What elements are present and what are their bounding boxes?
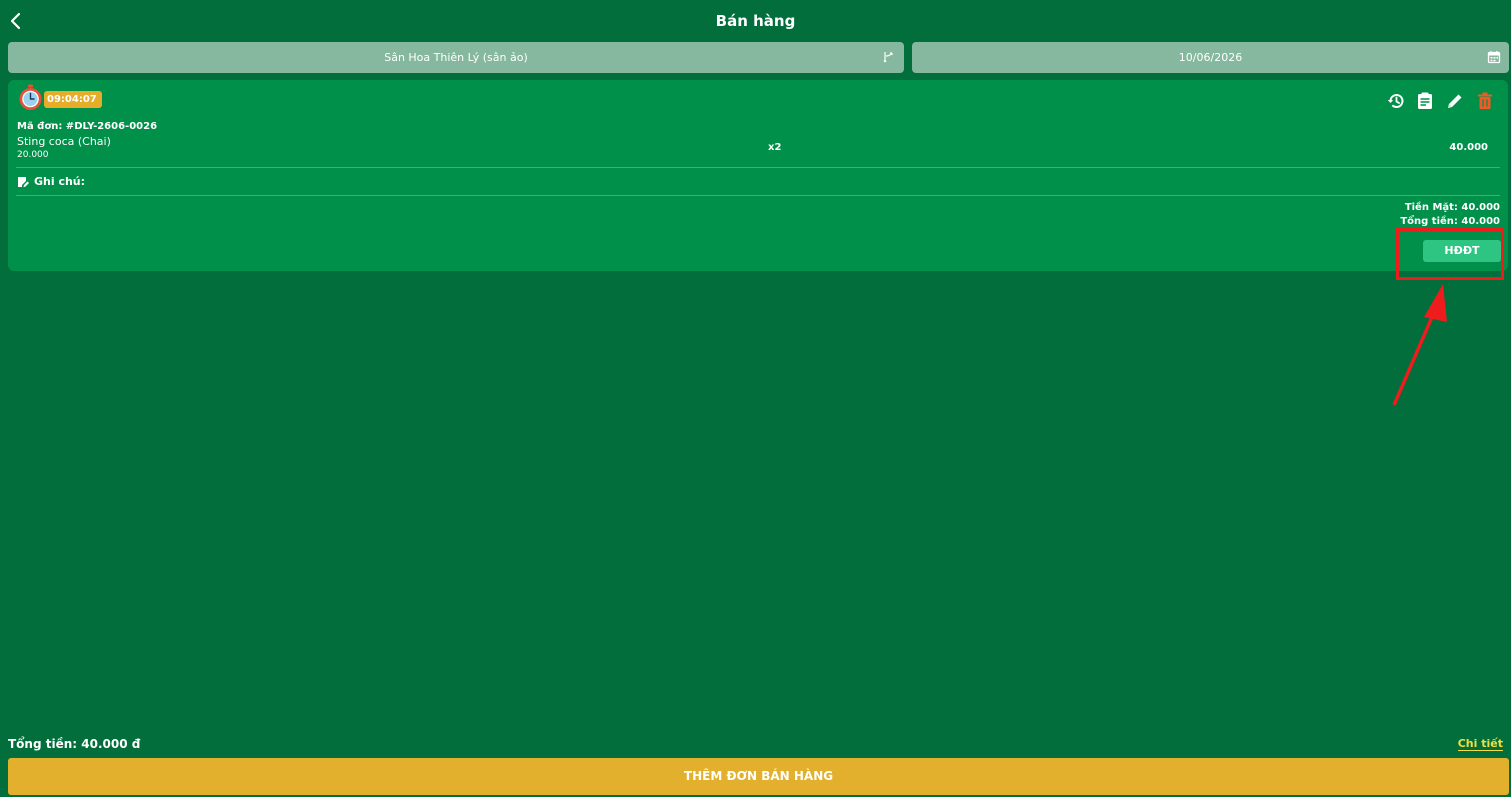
court-select-value: Sân Hoa Thiên Lý (sân ảo): [384, 51, 528, 64]
switch-icon: [883, 52, 893, 63]
date-select[interactable]: 10/06/2026: [912, 42, 1509, 73]
page-title: Bán hàng: [715, 12, 796, 30]
item-name: Sting coca (Chai): [17, 135, 111, 148]
cash-amount: Tiền Mặt: 40.000: [1404, 202, 1500, 213]
arrow-annotation: [1392, 284, 1447, 406]
item-unit-price: 20.000: [17, 150, 49, 160]
pencil-icon[interactable]: [1445, 91, 1465, 111]
court-select[interactable]: Sân Hoa Thiên Lý (sân ảo): [8, 42, 904, 73]
order-code: Mã đơn: #DLY-2606-0026: [17, 121, 158, 132]
date-select-value: 10/06/2026: [1178, 51, 1243, 64]
receipt-icon[interactable]: [1415, 91, 1435, 111]
note-label: Ghi chú:: [34, 175, 86, 188]
order-card: 09:04:07 Mã đơn: #DLY-2606-0026 Sting co…: [8, 80, 1508, 271]
einvoice-button[interactable]: HĐĐT: [1423, 240, 1501, 262]
divider: [16, 167, 1500, 168]
timer-badge: 09:04:07: [44, 91, 102, 108]
order-actions: [1386, 91, 1496, 111]
trash-icon[interactable]: [1475, 91, 1495, 111]
footer-total: Tổng tiền: 40.000 đ: [8, 737, 141, 751]
top-bar: Bán hàng: [0, 0, 1511, 42]
calendar-icon: [1487, 51, 1501, 64]
item-line-total: 40.000: [1449, 142, 1488, 153]
detail-link[interactable]: Chi tiết: [1457, 737, 1503, 751]
divider: [16, 195, 1500, 196]
item-quantity: x2: [768, 142, 782, 153]
stopwatch-icon: [19, 84, 42, 110]
note-edit-icon[interactable]: [17, 176, 29, 188]
order-total: Tổng tiền: 40.000: [1400, 216, 1500, 227]
add-order-button[interactable]: THÊM ĐƠN BÁN HÀNG: [8, 758, 1509, 795]
history-icon[interactable]: [1386, 91, 1406, 111]
